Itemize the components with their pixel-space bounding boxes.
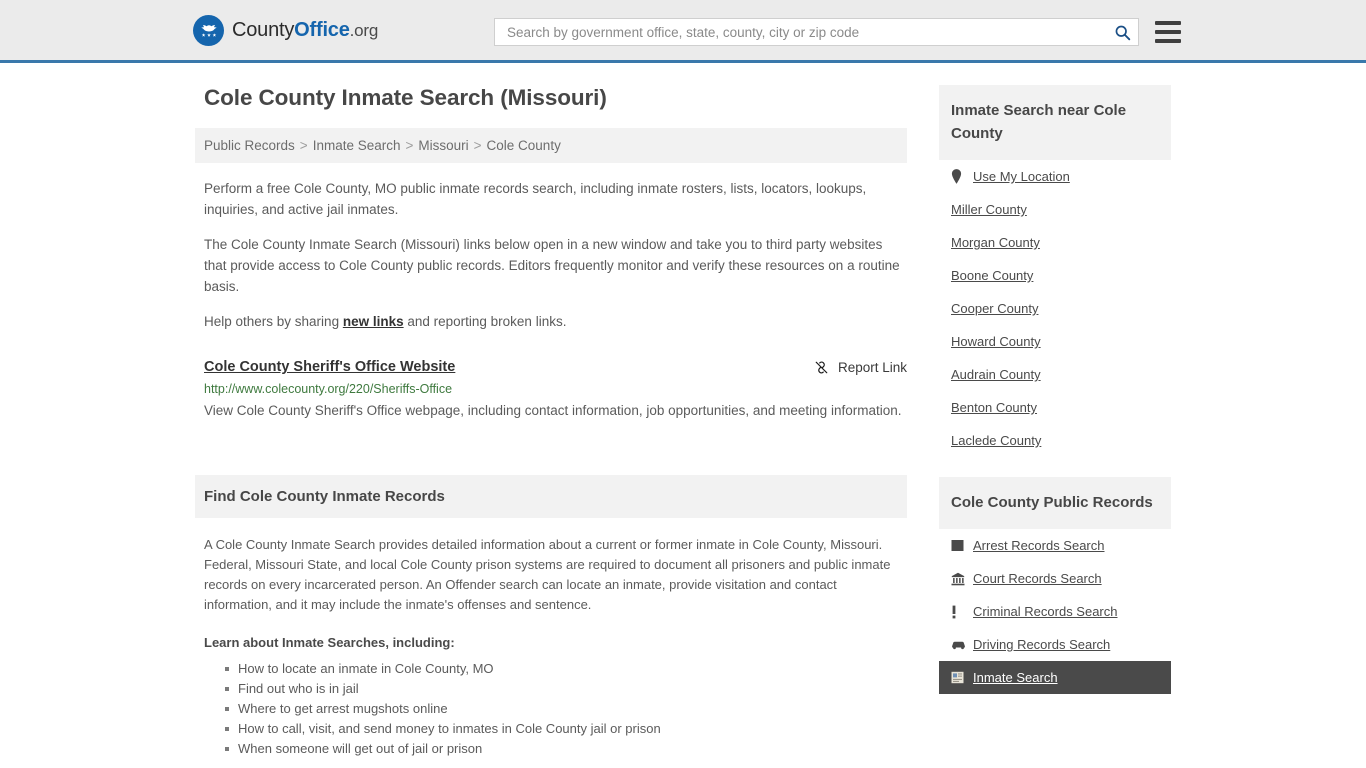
sidebar-item-label[interactable]: Use My Location: [973, 169, 1070, 184]
breadcrumb-item-cole-county[interactable]: Cole County: [487, 138, 561, 153]
learn-about-title: Learn about Inmate Searches, including:: [204, 635, 455, 650]
breadcrumb-separator: >: [473, 138, 482, 153]
nearby-county-list: Use My Location Miller County Morgan Cou…: [939, 160, 1171, 457]
sidebar-item-boone-county[interactable]: Boone County: [939, 259, 1171, 292]
sidebar-item-label[interactable]: Benton County: [951, 400, 1037, 415]
sidebar-item-label[interactable]: Laclede County: [951, 433, 1041, 448]
sidebar-item-label[interactable]: Miller County: [951, 202, 1027, 217]
sidebar-item-driving-records[interactable]: Driving Records Search: [939, 628, 1171, 661]
sidebar-item-label[interactable]: Driving Records Search: [973, 637, 1110, 652]
sidebar-item-cooper-county[interactable]: Cooper County: [939, 292, 1171, 325]
site-header: CountyOffice.org: [0, 0, 1366, 63]
sidebar-item-label[interactable]: Court Records Search: [973, 571, 1102, 586]
share-text-after: and reporting broken links.: [403, 314, 567, 329]
breadcrumb-separator: >: [405, 138, 414, 153]
share-text-before: Help others by sharing: [204, 314, 343, 329]
broken-link-icon: [814, 360, 829, 375]
courthouse-icon: [951, 572, 968, 586]
page-title: Cole County Inmate Search (Missouri): [204, 85, 607, 110]
sidebar: Inmate Search near Cole County Use My Lo…: [939, 85, 1171, 694]
intro-paragraph-2: The Cole County Inmate Search (Missouri)…: [204, 237, 900, 294]
learn-about-list: How to locate an inmate in Cole County, …: [204, 659, 907, 759]
search-input[interactable]: [505, 23, 1112, 41]
breadcrumb-item-public-records[interactable]: Public Records: [204, 138, 295, 153]
sidebar-item-label[interactable]: Boone County: [951, 268, 1033, 283]
list-item: How to call, visit, and send money to in…: [225, 719, 907, 739]
sidebar-item-miller-county[interactable]: Miller County: [939, 193, 1171, 226]
intro-paragraph-3: Help others by sharing new links and rep…: [204, 311, 907, 332]
list-item: How to locate an inmate in Cole County, …: [225, 659, 907, 679]
sidebar-item-label[interactable]: Criminal Records Search: [973, 604, 1118, 619]
logo-text-office: Office: [294, 18, 350, 41]
nearby-panel-header: Inmate Search near Cole County: [939, 85, 1171, 160]
search-box[interactable]: [494, 18, 1139, 46]
sidebar-item-label[interactable]: Cooper County: [951, 301, 1038, 316]
sidebar-item-criminal-records[interactable]: Criminal Records Search: [939, 595, 1171, 628]
id-card-icon: [951, 671, 968, 684]
search-icon[interactable]: [1112, 22, 1132, 42]
public-records-panel-header: Cole County Public Records: [939, 477, 1171, 529]
sidebar-item-label[interactable]: Audrain County: [951, 367, 1041, 382]
sidebar-item-label[interactable]: Arrest Records Search: [973, 538, 1105, 553]
result-title-link[interactable]: Cole County Sheriff's Office Website: [204, 359, 455, 375]
site-logo[interactable]: CountyOffice.org: [193, 14, 378, 46]
nearby-panel-heading: Inmate Search near Cole County: [951, 102, 1127, 142]
main-column: Cole County Inmate Search (Missouri) Pub…: [195, 85, 907, 759]
public-records-panel-heading: Cole County Public Records: [951, 494, 1153, 511]
breadcrumb-item-inmate-search[interactable]: Inmate Search: [313, 138, 401, 153]
logo-text-county: County: [232, 18, 295, 41]
intro-paragraph-1: Perform a free Cole County, MO public in…: [204, 181, 867, 217]
sidebar-item-court-records[interactable]: Court Records Search: [939, 562, 1171, 595]
logo-text-org: .org: [349, 20, 379, 40]
sidebar-item-audrain-county[interactable]: Audrain County: [939, 358, 1171, 391]
exclamation-icon: [951, 605, 968, 619]
header-search-area: [494, 18, 1181, 46]
breadcrumb-item-missouri[interactable]: Missouri: [418, 138, 468, 153]
result-description: View Cole County Sheriff's Office webpag…: [204, 403, 902, 418]
hamburger-menu-icon[interactable]: [1155, 21, 1181, 43]
result-url: http://www.colecounty.org/220/Sheriffs-O…: [204, 382, 453, 396]
page-body: Cole County Inmate Search (Missouri) Pub…: [0, 63, 1366, 759]
sidebar-item-benton-county[interactable]: Benton County: [939, 391, 1171, 424]
sidebar-item-arrest-records[interactable]: Arrest Records Search: [939, 529, 1171, 562]
content-container: Cole County Inmate Search (Missouri) Pub…: [195, 85, 1171, 759]
sidebar-item-morgan-county[interactable]: Morgan County: [939, 226, 1171, 259]
sidebar-item-laclede-county[interactable]: Laclede County: [939, 424, 1171, 457]
list-item: When someone will get out of jail or pri…: [225, 739, 907, 759]
sidebar-item-inmate-search[interactable]: Inmate Search: [939, 661, 1171, 694]
section-header: Find Cole County Inmate Records: [195, 475, 907, 518]
new-links-link[interactable]: new links: [343, 314, 404, 329]
report-link-label: Report Link: [837, 360, 907, 375]
sidebar-item-label[interactable]: Howard County: [951, 334, 1041, 349]
list-item: Where to get arrest mugshots online: [225, 699, 907, 719]
map-pin-icon: [951, 169, 968, 184]
car-icon: [951, 639, 968, 650]
sidebar-item-howard-county[interactable]: Howard County: [939, 325, 1171, 358]
eagle-stars-logo-icon: [193, 14, 224, 46]
fingerprint-card-icon: [951, 539, 968, 552]
section-heading: Find Cole County Inmate Records: [204, 488, 445, 505]
logo-wordmark: CountyOffice.org: [232, 19, 378, 42]
sidebar-item-label[interactable]: Inmate Search: [973, 670, 1058, 685]
section-body-text: A Cole County Inmate Search provides det…: [204, 537, 891, 612]
report-link-button[interactable]: Report Link: [814, 360, 907, 375]
sidebar-item-label[interactable]: Morgan County: [951, 235, 1040, 250]
public-records-list: Arrest Records Search Court Records Sear…: [939, 529, 1171, 694]
result-item: Cole County Sheriff's Office Website Rep…: [204, 358, 907, 423]
breadcrumb-separator: >: [299, 138, 308, 153]
breadcrumb: Public Records > Inmate Search > Missouri > Co…: [195, 128, 907, 163]
list-item: Find out who is in jail: [225, 679, 907, 699]
sidebar-item-use-my-location[interactable]: Use My Location: [939, 160, 1171, 193]
